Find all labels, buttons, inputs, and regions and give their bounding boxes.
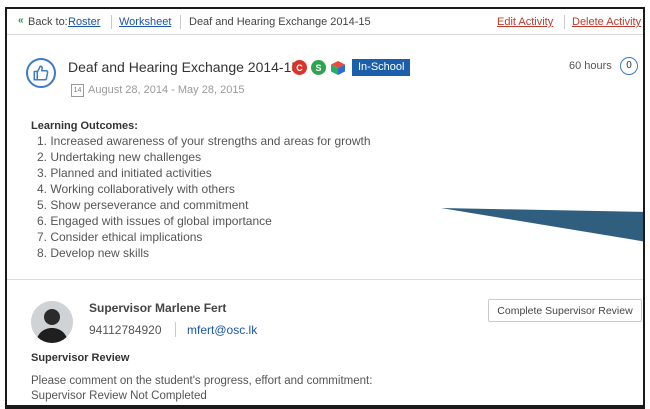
learning-outcomes-list: 1. Increased awareness of your strengths… xyxy=(37,133,371,261)
roster-link[interactable]: Roster xyxy=(68,16,100,28)
back-to-label: Back to: xyxy=(28,16,68,28)
review-prompt-text: Please comment on the student's progress… xyxy=(31,375,373,387)
list-item: 1. Increased awareness of your strengths… xyxy=(37,134,371,148)
list-item: 2. Undertaking new challenges xyxy=(37,150,202,164)
list-item: 3. Planned and initiated activities xyxy=(37,166,212,180)
list-item: 5. Show perseverance and commitment xyxy=(37,198,249,212)
supervisor-review-heading: Supervisor Review xyxy=(31,352,130,364)
hours-count-badge[interactable]: 0 xyxy=(620,57,638,75)
divider xyxy=(175,322,176,337)
thumbs-up-icon xyxy=(26,58,56,88)
learning-outcomes-heading: Learning Outcomes: xyxy=(31,120,138,132)
list-item: 7. Consider ethical implications xyxy=(37,230,203,244)
top-navigation-bar: « Back to: Roster Worksheet Deaf and Hea… xyxy=(7,9,643,35)
hours-label: 60 hours xyxy=(569,60,612,72)
section-divider xyxy=(7,279,643,280)
divider xyxy=(111,15,112,29)
review-status-text: Supervisor Review Not Completed xyxy=(31,390,207,402)
complete-supervisor-review-button[interactable]: Complete Supervisor Review xyxy=(488,299,642,322)
activity-panel: « Back to: Roster Worksheet Deaf and Hea… xyxy=(5,7,645,409)
creativity-badge: C xyxy=(292,60,307,75)
list-item: 8. Develop new skills xyxy=(37,246,150,260)
cube-icon xyxy=(331,61,345,75)
avatar xyxy=(31,301,73,343)
worksheet-link[interactable]: Worksheet xyxy=(119,16,171,28)
edit-activity-link[interactable]: Edit Activity xyxy=(497,16,553,28)
service-badge: S xyxy=(311,60,326,75)
list-item: 4. Working collaboratively with others xyxy=(37,182,235,196)
in-school-tag: In-School xyxy=(352,59,411,76)
activity-dates: August 28, 2014 - May 28, 2015 xyxy=(88,84,245,96)
delete-activity-link[interactable]: Delete Activity xyxy=(572,16,641,28)
divider xyxy=(180,15,181,29)
frame-bottom-edge xyxy=(5,405,645,409)
supervisor-name: Supervisor Marlene Fert xyxy=(89,301,227,315)
supervisor-email-link[interactable]: mfert@osc.lk xyxy=(187,323,257,337)
activity-title: Deaf and Hearing Exchange 2014-15 xyxy=(68,59,300,75)
calendar-icon: 14 xyxy=(71,84,84,97)
back-arrows-icon[interactable]: « xyxy=(18,15,24,26)
breadcrumb-current: Deaf and Hearing Exchange 2014-15 xyxy=(189,16,371,28)
divider xyxy=(564,15,565,29)
supervisor-phone: 94112784920 xyxy=(89,323,162,337)
list-item: 6. Engaged with issues of global importa… xyxy=(37,214,272,228)
